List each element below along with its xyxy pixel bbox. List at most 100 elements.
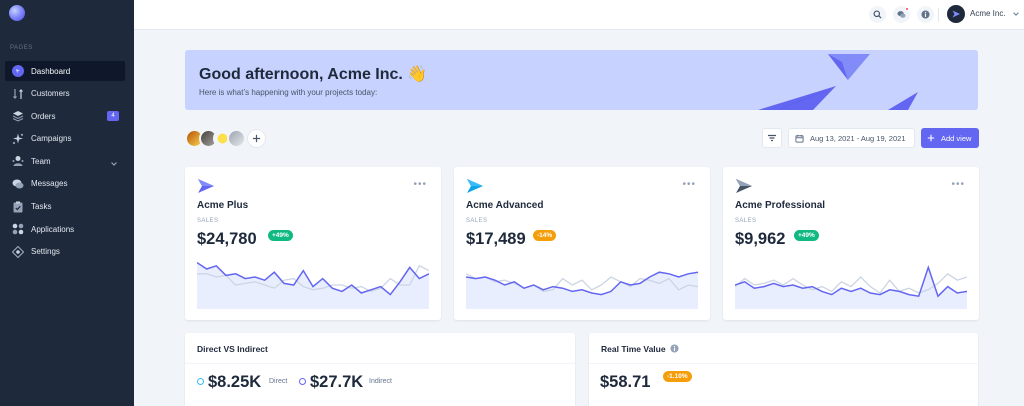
- paper-plane-icon: [736, 179, 752, 193]
- paper-planes-illustration: [758, 54, 918, 110]
- info-icon: [921, 10, 930, 19]
- chat-bubbles-icon: [897, 11, 906, 18]
- sidebar-item-label: Team: [31, 156, 51, 166]
- team-icon: [11, 155, 24, 168]
- realtime-change-badge: -1.10%: [663, 371, 692, 382]
- plus-icon: [927, 134, 935, 142]
- card-divider: [185, 363, 575, 364]
- notification-dot: [905, 7, 909, 11]
- direct-value: $8.25K: [208, 373, 262, 391]
- direct-label: Direct: [269, 378, 288, 385]
- kpi-change-badge: +49%: [794, 230, 819, 241]
- welcome-title: Good afternoon, Acme Inc. 👋: [199, 66, 428, 83]
- sidebar-item-settings[interactable]: Settings: [5, 242, 125, 262]
- welcome-banner: Good afternoon, Acme Inc. 👋 Here is what…: [185, 50, 978, 110]
- sidebar-item-customers[interactable]: Customers: [5, 84, 125, 104]
- sidebar-item-dashboard[interactable]: Dashboard: [5, 61, 125, 81]
- sidebar-item-label: Dashboard: [31, 66, 71, 76]
- sidebar-item-label: Tasks: [31, 202, 52, 212]
- tasks-icon: [11, 200, 24, 213]
- paper-plane-icon: [198, 179, 214, 193]
- card-title: Direct VS Indirect: [197, 344, 268, 354]
- kpi-name: Acme Plus: [197, 200, 249, 211]
- avatar[interactable]: [227, 129, 246, 148]
- sidebar-item-label: Settings: [31, 247, 60, 257]
- sidebar-item-orders[interactable]: Orders 4: [5, 106, 125, 126]
- card-menu-button[interactable]: •••: [413, 179, 427, 190]
- sidebar-item-tasks[interactable]: Tasks: [5, 197, 125, 217]
- kpi-label: SALES: [466, 218, 488, 224]
- header-divider: [938, 8, 939, 22]
- sparkline-area: [735, 267, 967, 309]
- user-menu-name[interactable]: Acme Inc.: [970, 9, 1006, 18]
- add-view-button[interactable]: Add view: [921, 128, 979, 148]
- filter-button[interactable]: [762, 128, 782, 148]
- calendar-icon: [795, 134, 804, 143]
- top-header: Acme Inc.: [134, 0, 1024, 30]
- card-menu-button[interactable]: •••: [682, 179, 696, 190]
- search-icon: [873, 10, 882, 19]
- indirect-label: Indirect: [369, 378, 392, 385]
- notifications-button[interactable]: [893, 6, 910, 23]
- kpi-name: Acme Professional: [735, 200, 826, 211]
- info-icon[interactable]: [670, 344, 679, 353]
- plus-icon: [252, 134, 261, 143]
- real-time-value-card: Real Time Value $58.71 -1.10%: [589, 333, 978, 406]
- customers-icon: [11, 87, 24, 100]
- chevron-down-icon[interactable]: [109, 156, 119, 167]
- kpi-name: Acme Advanced: [466, 200, 544, 211]
- date-range-text: Aug 13, 2021 - Aug 19, 2021: [810, 133, 906, 143]
- kpi-sparkline: [466, 271, 698, 309]
- orders-count-badge: 4: [107, 111, 119, 122]
- filter-icon: [768, 134, 776, 142]
- date-range-picker[interactable]: Aug 13, 2021 - Aug 19, 2021: [788, 128, 915, 148]
- sidebar-item-messages[interactable]: Messages: [5, 174, 125, 194]
- kpi-change-badge: +49%: [268, 230, 293, 241]
- user-avatar[interactable]: [947, 5, 965, 23]
- kpi-change-badge: -14%: [533, 230, 557, 241]
- campaigns-icon: [11, 132, 24, 145]
- help-button[interactable]: [917, 6, 934, 23]
- acme-logo-icon: [952, 10, 960, 18]
- settings-icon: [11, 245, 24, 258]
- sidebar-item-label: Applications: [31, 224, 75, 234]
- kpi-sparkline: [735, 265, 967, 309]
- sidebar-section-label: Pages: [10, 45, 33, 51]
- sidebar-item-label: Customers: [31, 89, 70, 99]
- kpi-value: $24,780: [197, 230, 257, 248]
- search-button[interactable]: [869, 6, 886, 23]
- kpi-value: $17,489: [466, 230, 526, 248]
- team-avatars: [185, 129, 266, 148]
- direct-legend-marker: [197, 378, 204, 385]
- sparkline-area: [466, 272, 698, 309]
- orders-icon: [11, 110, 24, 123]
- card-title: Real Time Value: [601, 344, 666, 354]
- kpi-label: SALES: [197, 218, 219, 224]
- sidebar: Pages Dashboard Customers Orders 4 Campa: [0, 0, 134, 406]
- kpi-label: SALES: [735, 218, 757, 224]
- sidebar-item-label: Orders: [31, 111, 56, 121]
- paper-plane-icon: [467, 179, 483, 193]
- kpi-card-acme-plus: ••• Acme Plus SALES $24,780 +49%: [185, 167, 441, 320]
- card-menu-button[interactable]: •••: [951, 179, 965, 190]
- sidebar-item-team[interactable]: Team: [5, 151, 125, 171]
- sidebar-item-campaigns[interactable]: Campaigns: [5, 129, 125, 149]
- sidebar-item-label: Messages: [31, 179, 68, 189]
- sidebar-item-applications[interactable]: Applications: [5, 219, 125, 239]
- sidebar-nav: Dashboard Customers Orders 4 Campaigns T…: [5, 61, 125, 264]
- direct-vs-indirect-card: Direct VS Indirect $8.25K Direct $27.7K …: [185, 333, 575, 406]
- add-view-label: Add view: [941, 133, 972, 143]
- messages-icon: [11, 177, 24, 190]
- kpi-card-acme-professional: ••• Acme Professional SALES $9,962 +49%: [723, 167, 979, 320]
- kpi-card-acme-advanced: ••• Acme Advanced SALES $17,489 -14%: [454, 167, 710, 320]
- card-divider: [589, 363, 978, 364]
- welcome-subtitle: Here is what’s happening with your proje…: [199, 88, 378, 97]
- chevron-down-icon[interactable]: [1012, 10, 1020, 18]
- add-member-button[interactable]: [247, 129, 266, 148]
- indirect-legend-marker: [299, 378, 306, 385]
- realtime-value: $58.71: [600, 373, 651, 391]
- kpi-value: $9,962: [735, 230, 786, 248]
- indirect-value: $27.7K: [310, 373, 364, 391]
- dashboard-icon: [11, 65, 24, 78]
- app-logo[interactable]: [9, 5, 25, 21]
